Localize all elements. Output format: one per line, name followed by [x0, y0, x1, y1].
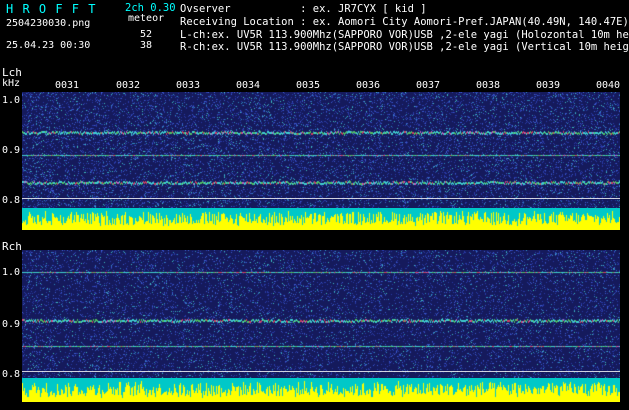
observer-info: Ovserver : ex. JR7CYX [ kid ]	[180, 3, 427, 15]
lch-count: 52	[140, 29, 153, 40]
rch-spectrogram-panel	[22, 250, 620, 402]
date-time: 25.04.23 00:30	[6, 40, 91, 51]
lch-tick-1-0: 1.0	[2, 95, 21, 106]
rch-label: Rch	[2, 240, 22, 253]
lch-spectrogram	[22, 92, 620, 208]
rch-receiver-info: R-ch:ex. UV5R 113.900Mhz(SAPPORO VOR)USB…	[180, 41, 629, 53]
rch-level-bar	[22, 378, 620, 402]
time-tick: 0039	[536, 80, 561, 91]
time-tick: 0040	[596, 80, 621, 91]
rch-count: 38	[140, 40, 153, 51]
time-tick: 0034	[236, 80, 261, 91]
rch-tick-1-0: 1.0	[2, 267, 21, 278]
rch-tick-0-9: 0.9	[2, 319, 21, 330]
app-brand: H R O F F T	[6, 2, 97, 16]
time-tick: 0033	[176, 80, 201, 91]
file-name: 2504230030.png	[6, 18, 91, 29]
version-label: 2ch 0.30	[125, 2, 176, 14]
time-tick: 0032	[116, 80, 141, 91]
time-tick: 0036	[356, 80, 381, 91]
lch-spectrogram-panel	[22, 92, 620, 230]
time-tick: 0035	[296, 80, 321, 91]
lch-label: Lch	[2, 66, 22, 79]
mode-label: meteor	[128, 13, 165, 24]
time-tick: 0037	[416, 80, 441, 91]
rch-grid-line	[22, 371, 620, 372]
lch-tick-0-9: 0.9	[2, 145, 21, 156]
lch-unit: kHz	[2, 78, 21, 89]
time-tick: 0038	[476, 80, 501, 91]
lch-level-bar	[22, 208, 620, 230]
lch-tick-0-8: 0.8	[2, 195, 21, 206]
rch-spectrogram	[22, 250, 620, 378]
lch-receiver-info: L-ch:ex. UV5R 113.900Mhz(SAPPORO VOR)USB…	[180, 29, 629, 41]
lch-grid-line	[22, 198, 620, 199]
rch-tick-0-8: 0.8	[2, 369, 21, 380]
location-info: Receiving Location : ex. Aomori City Aom…	[180, 16, 629, 28]
time-tick: 0031	[55, 80, 80, 91]
